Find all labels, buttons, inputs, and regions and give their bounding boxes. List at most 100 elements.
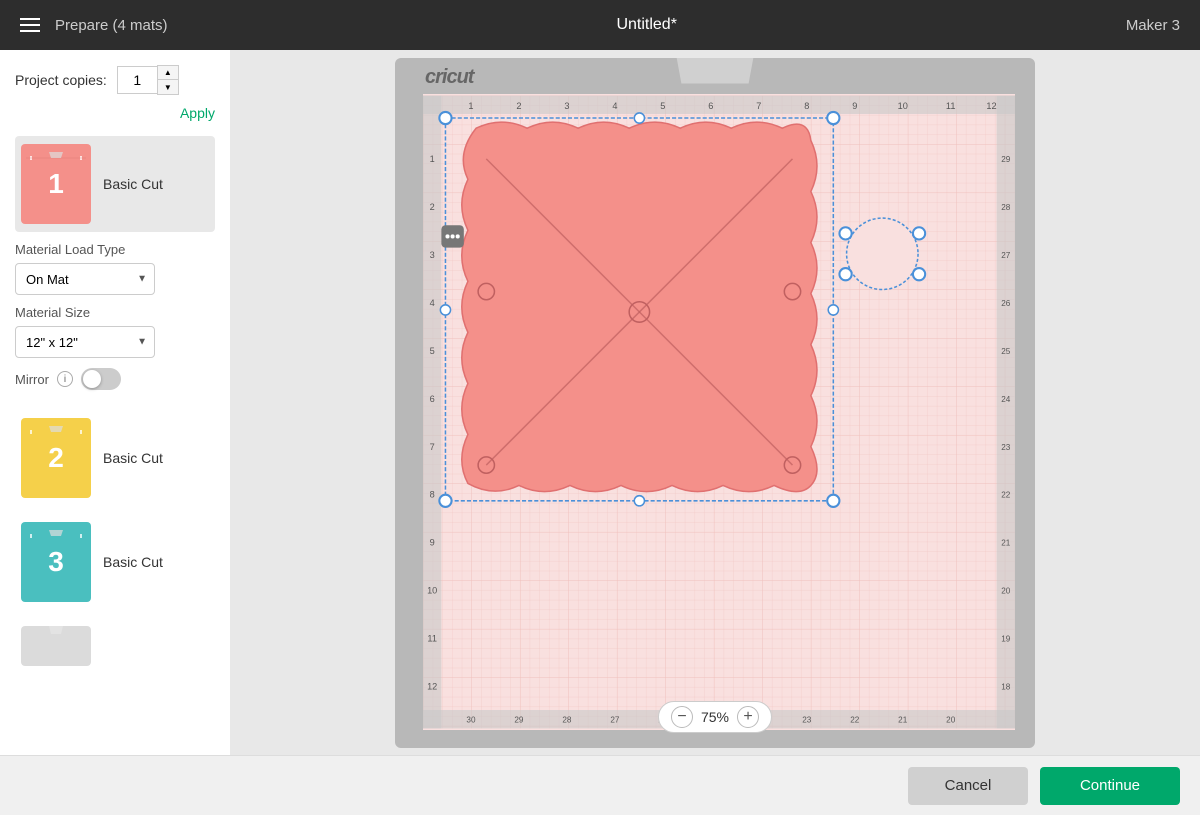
content-area: cricut: [230, 50, 1200, 755]
svg-text:8: 8: [430, 489, 435, 499]
svg-text:28: 28: [1001, 202, 1011, 211]
svg-text:11: 11: [946, 100, 956, 110]
mat-svg: 1 2 3 4 5 6 7 8 9 10 11 12 1 2: [423, 94, 1015, 730]
apply-button[interactable]: Apply: [15, 105, 215, 121]
svg-text:3: 3: [430, 249, 435, 259]
window-title: Prepare (4 mats): [55, 17, 168, 34]
svg-text:29: 29: [514, 715, 524, 724]
svg-text:30: 30: [466, 715, 476, 724]
mat-label-2: Basic Cut: [103, 450, 163, 466]
svg-text:20: 20: [1001, 586, 1011, 595]
mat-inner: 1 2 3 4 5 6 7 8 9 10 11 12 1 2: [423, 94, 1015, 730]
material-load-type-select[interactable]: On Mat Roll Feed: [15, 263, 155, 295]
material-size-select-wrap: 12" x 12" 12" x 24" Custom ▼: [15, 326, 155, 358]
svg-text:23: 23: [1001, 442, 1011, 451]
mat-item-2[interactable]: 2 Basic Cut: [15, 410, 215, 506]
zoom-plus-button[interactable]: +: [737, 706, 759, 728]
svg-text:6: 6: [708, 100, 713, 110]
svg-text:23: 23: [802, 715, 812, 724]
svg-text:7: 7: [430, 441, 435, 451]
copies-up-button[interactable]: ▲: [158, 66, 178, 80]
svg-text:19: 19: [1001, 634, 1011, 643]
mat-label-3: Basic Cut: [103, 554, 163, 570]
svg-text:12: 12: [986, 100, 996, 110]
mat-thumbnail-3: 3: [21, 522, 91, 602]
svg-text:2: 2: [430, 201, 435, 211]
doc-title: Untitled*: [616, 16, 676, 34]
svg-text:28: 28: [562, 715, 572, 724]
svg-text:5: 5: [430, 345, 435, 355]
svg-text:6: 6: [430, 393, 435, 403]
footer: Cancel Continue: [0, 755, 1200, 815]
svg-text:24: 24: [1001, 394, 1011, 403]
svg-text:3: 3: [564, 100, 569, 110]
mirror-row: Mirror i: [15, 368, 215, 390]
svg-text:12: 12: [427, 681, 437, 691]
copies-spinners: ▲ ▼: [157, 65, 179, 95]
mat-num-2: 2: [48, 442, 64, 474]
material-load-type-label: Material Load Type: [15, 242, 215, 257]
mat-outer: cricut: [395, 58, 1035, 748]
svg-text:4: 4: [430, 297, 435, 307]
cancel-button[interactable]: Cancel: [908, 767, 1028, 805]
mat-num-1: 1: [48, 168, 64, 200]
svg-text:1: 1: [430, 153, 435, 163]
svg-text:7: 7: [756, 100, 761, 110]
cricut-brand: cricut: [425, 66, 473, 89]
svg-text:18: 18: [1001, 682, 1011, 691]
svg-text:20: 20: [946, 715, 956, 724]
svg-text:21: 21: [898, 715, 908, 724]
mat-thumbnail-2: 2: [21, 418, 91, 498]
svg-text:2: 2: [516, 100, 521, 110]
project-copies-row: Project copies: ▲ ▼: [15, 65, 215, 95]
svg-text:10: 10: [427, 585, 437, 595]
header: Prepare (4 mats) Untitled* Maker 3: [0, 0, 1200, 50]
header-left: Prepare (4 mats): [20, 17, 168, 34]
zoom-controls: − 75% +: [658, 701, 772, 733]
svg-text:1: 1: [468, 100, 473, 110]
sidebar: Project copies: ▲ ▼ Apply: [0, 50, 230, 755]
mat-label-1: Basic Cut: [103, 176, 163, 192]
svg-text:27: 27: [1001, 250, 1011, 259]
material-size-label: Material Size: [15, 305, 215, 320]
copies-input[interactable]: [117, 66, 157, 94]
mat-thumbnail-4: [21, 626, 91, 666]
mat-thumbnail-1: 1: [21, 144, 91, 224]
hamburger-icon[interactable]: [20, 18, 40, 32]
svg-text:22: 22: [1001, 490, 1011, 499]
mat-item-4[interactable]: [15, 618, 215, 674]
svg-text:21: 21: [1001, 538, 1011, 547]
mat-item-1[interactable]: 1 Basic Cut: [15, 136, 215, 232]
continue-button[interactable]: Continue: [1040, 767, 1180, 805]
svg-text:22: 22: [850, 715, 860, 724]
material-load-type-section: Material Load Type On Mat Roll Feed ▼: [15, 242, 215, 295]
svg-text:25: 25: [1001, 346, 1011, 355]
mat-handle: [675, 58, 755, 84]
copies-input-wrap: ▲ ▼: [117, 65, 179, 95]
material-load-type-select-wrap: On Mat Roll Feed ▼: [15, 263, 155, 295]
svg-text:27: 27: [610, 715, 620, 724]
svg-text:29: 29: [1001, 154, 1011, 163]
zoom-percent: 75%: [701, 709, 729, 725]
mirror-info-icon[interactable]: i: [57, 371, 73, 387]
project-copies-label: Project copies:: [15, 72, 107, 88]
mat-canvas-wrap: cricut: [395, 58, 1035, 748]
mirror-toggle[interactable]: [81, 368, 121, 390]
mirror-label: Mirror: [15, 372, 49, 387]
svg-text:26: 26: [1001, 298, 1011, 307]
copies-down-button[interactable]: ▼: [158, 80, 178, 94]
zoom-minus-button[interactable]: −: [671, 706, 693, 728]
mat-num-3: 3: [48, 546, 64, 578]
mat-item-3[interactable]: 3 Basic Cut: [15, 514, 215, 610]
svg-text:4: 4: [612, 100, 617, 110]
device-label: Maker 3: [1126, 17, 1180, 34]
material-size-section: Material Size 12" x 12" 12" x 24" Custom…: [15, 305, 215, 358]
main-layout: Project copies: ▲ ▼ Apply: [0, 50, 1200, 755]
svg-text:8: 8: [804, 100, 809, 110]
svg-text:9: 9: [430, 537, 435, 547]
toggle-knob: [83, 370, 101, 388]
svg-text:5: 5: [660, 100, 665, 110]
svg-text:10: 10: [898, 100, 908, 110]
material-size-select[interactable]: 12" x 12" 12" x 24" Custom: [15, 326, 155, 358]
svg-text:9: 9: [852, 100, 857, 110]
